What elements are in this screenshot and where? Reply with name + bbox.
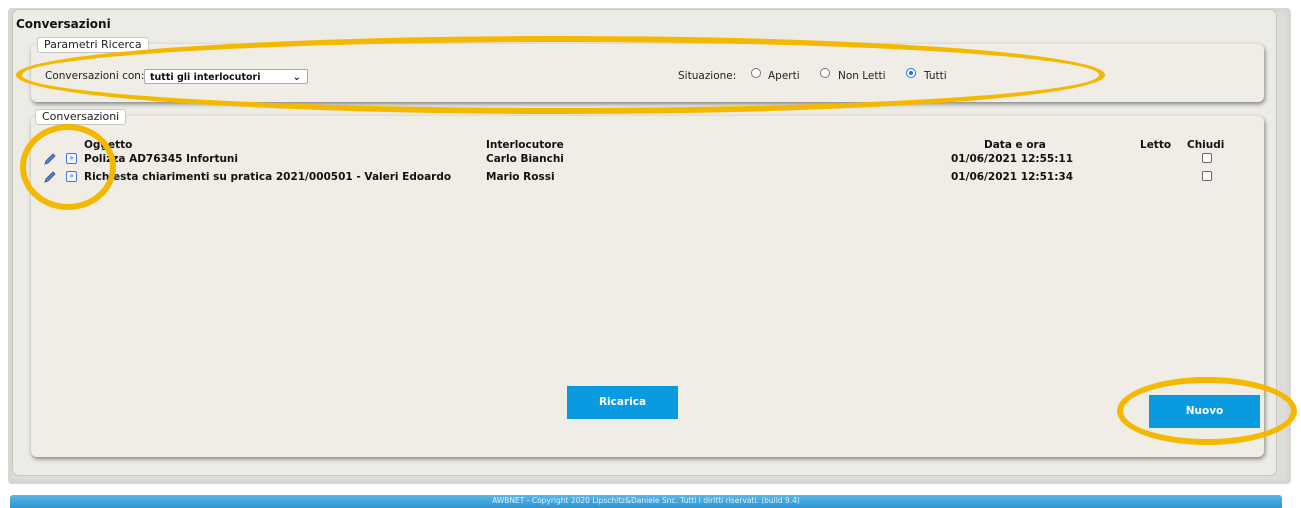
radio-non-letti-label: Non Letti <box>838 70 886 82</box>
column-header-read[interactable]: Letto <box>1140 139 1171 151</box>
column-header-close[interactable]: Chiudi <box>1187 139 1224 151</box>
expand-icon[interactable]: » <box>66 153 77 164</box>
close-checkbox[interactable] <box>1202 171 1212 181</box>
situation-label: Situazione: <box>678 70 737 82</box>
conversations-with-select[interactable]: tutti gli interlocutori ⌄ <box>144 69 308 84</box>
row-datetime: 01/06/2021 12:51:34 <box>951 171 1074 183</box>
page-title: Conversazioni <box>16 17 111 31</box>
radio-non-letti[interactable] <box>820 68 830 78</box>
close-checkbox[interactable] <box>1202 153 1212 163</box>
pencil-icon[interactable] <box>43 170 57 184</box>
radio-tutti[interactable] <box>906 68 916 78</box>
row-subject[interactable]: Polizza AD76345 Infortuni <box>84 153 238 165</box>
reload-button[interactable]: Ricarica <box>567 386 678 419</box>
column-header-datetime[interactable]: Data e ora <box>984 139 1046 151</box>
row-datetime: 01/06/2021 12:55:11 <box>951 153 1074 165</box>
row-contact: Mario Rossi <box>486 171 555 183</box>
conversations-with-label: Conversazioni con: <box>45 70 145 82</box>
pencil-icon[interactable] <box>43 152 57 166</box>
footer: AWBNET - Copyright 2020 Lipschitz&Daniel… <box>10 495 1282 508</box>
radio-aperti-label: Aperti <box>768 70 800 82</box>
conversations-with-value: tutti gli interlocutori <box>150 72 261 83</box>
row-subject[interactable]: Richiesta chiarimenti su pratica 2021/00… <box>84 171 451 183</box>
conversations-legend: Conversazioni <box>35 109 127 125</box>
search-params-legend: Parametri Ricerca <box>37 37 149 53</box>
radio-aperti[interactable] <box>751 68 761 78</box>
expand-icon[interactable]: » <box>66 171 77 182</box>
new-button[interactable]: Nuovo <box>1149 395 1260 428</box>
row-contact: Carlo Bianchi <box>486 153 564 165</box>
column-header-subject[interactable]: Oggetto <box>84 139 132 151</box>
radio-tutti-label: Tutti <box>924 70 947 82</box>
chevron-down-icon: ⌄ <box>292 72 301 83</box>
column-header-contact[interactable]: Interlocutore <box>486 139 564 151</box>
